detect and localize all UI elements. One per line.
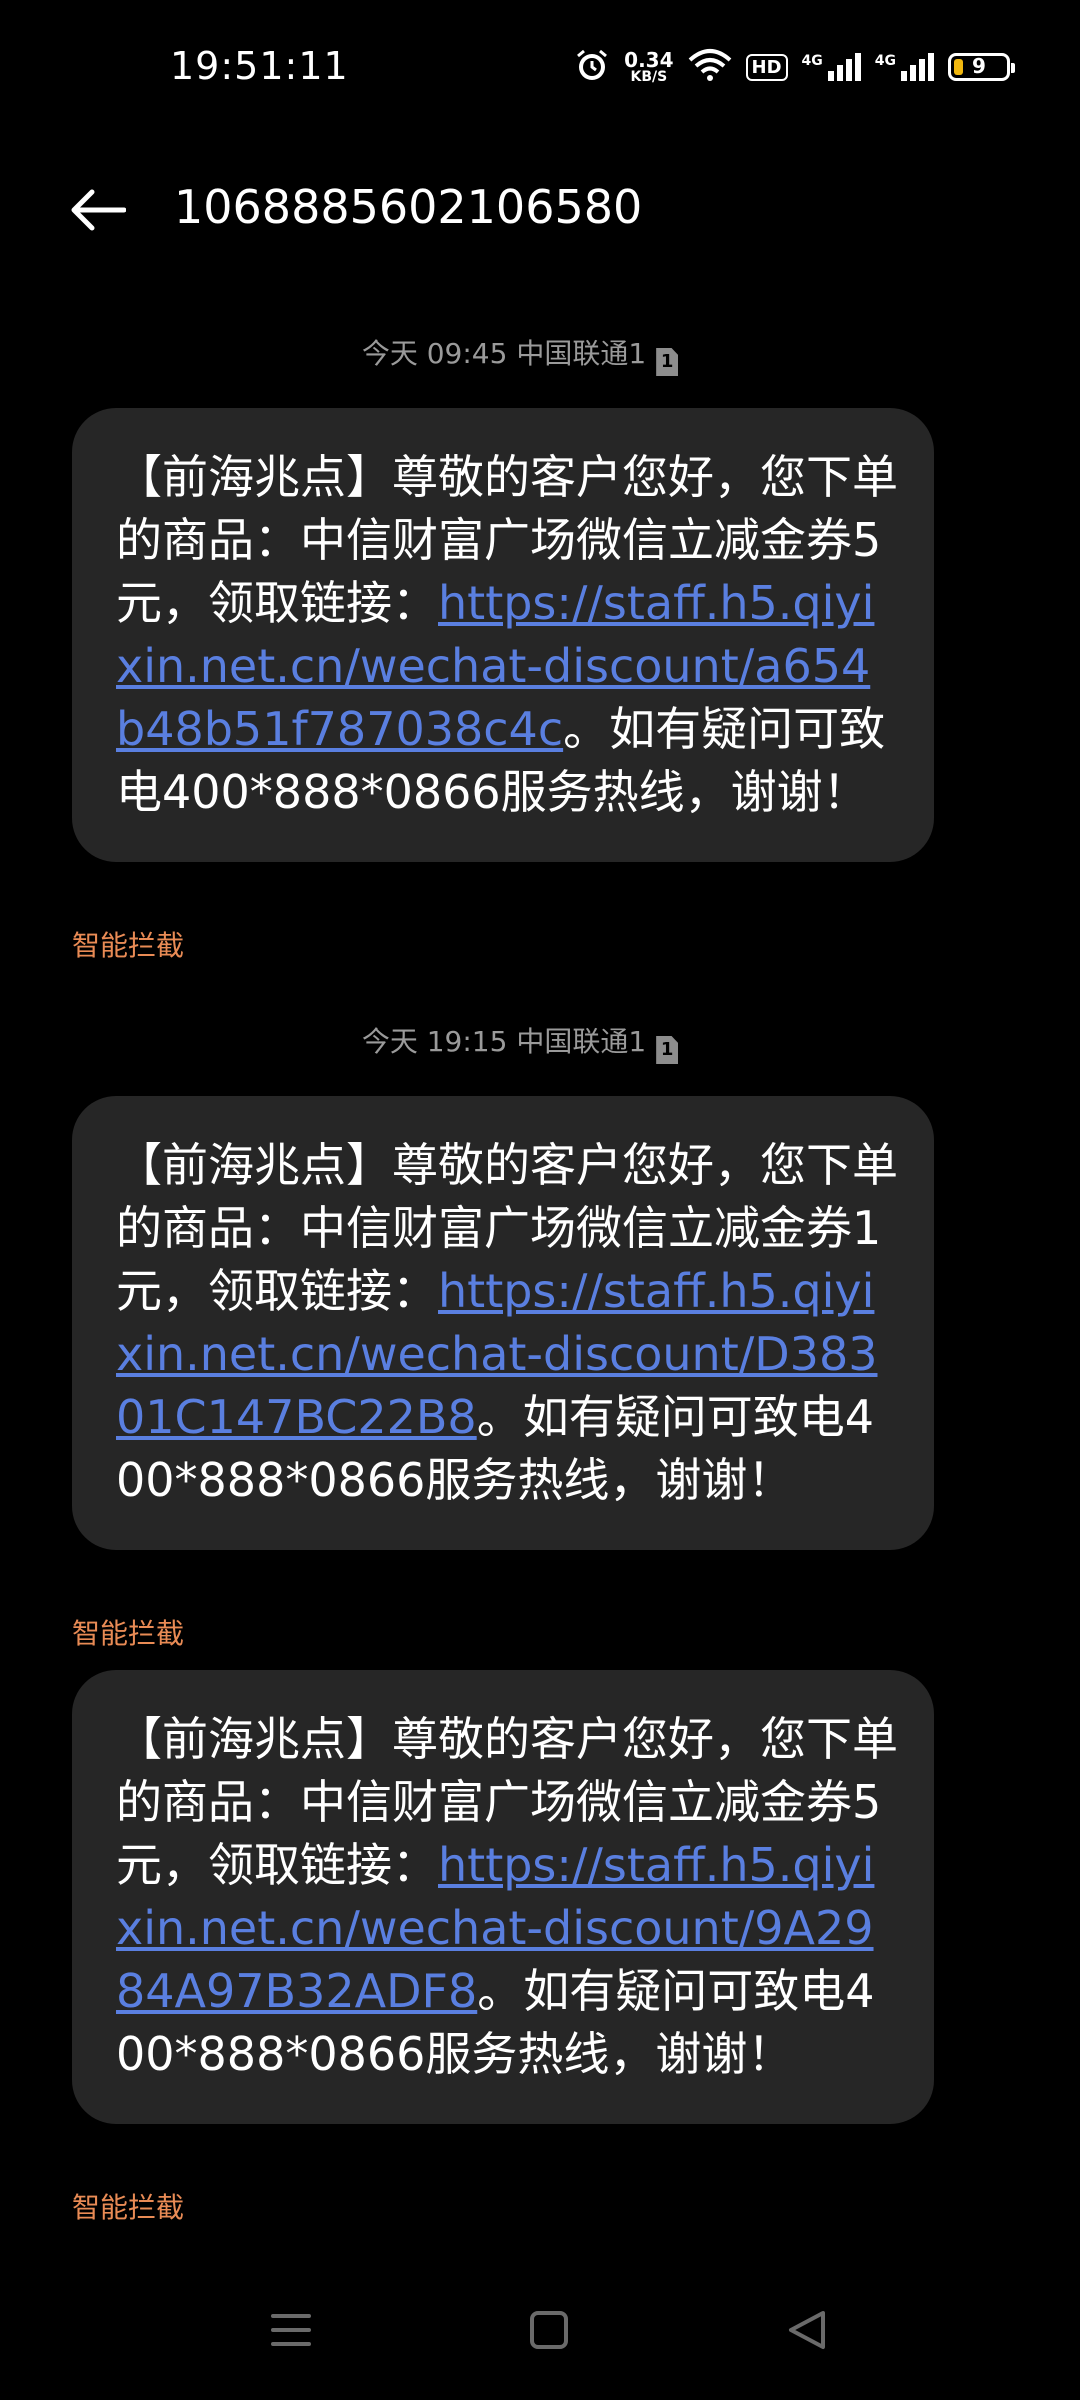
status-icons: 0.34 KB/S HD 4G 4G 9 xyxy=(574,44,1015,90)
conversation-header: 1068885602106580 xyxy=(0,150,1080,270)
network-speed: 0.34 KB/S xyxy=(624,50,673,84)
menu-icon xyxy=(271,2314,311,2346)
network-type-2: 4G xyxy=(874,53,896,69)
back-button[interactable] xyxy=(60,180,136,240)
signal-icon-2: 4G xyxy=(875,53,934,81)
intercept-tag: 智能拦截 xyxy=(72,929,185,962)
hd-badge: HD xyxy=(745,53,788,81)
signal-icon: 4G xyxy=(802,53,861,81)
status-time: 19:51:11 xyxy=(170,44,349,88)
navigation-bar xyxy=(0,2260,1080,2400)
sender-number: 1068885602106580 xyxy=(174,180,643,234)
speed-value: 0.34 xyxy=(624,48,674,72)
alarm-icon xyxy=(574,47,610,87)
nav-back-button[interactable] xyxy=(772,2295,842,2365)
battery-icon: 9 xyxy=(948,53,1015,81)
message-timestamp: 今天 09:45 中国联通1 1 xyxy=(0,332,1040,376)
message-bubble[interactable]: 【前海兆点】尊敬的客户您好，您下单的商品：中信财富广场微信立减金券5元，领取链接… xyxy=(72,408,934,862)
status-bar: 19:51:11 0.34 KB/S HD 4G 4G 9 xyxy=(0,0,1080,130)
sim-card-icon: 1 xyxy=(656,348,679,376)
home-button[interactable] xyxy=(514,2295,584,2365)
recent-apps-button[interactable] xyxy=(256,2295,326,2365)
battery-level: 9 xyxy=(972,54,986,78)
home-icon xyxy=(530,2311,568,2349)
speed-unit: KB/S xyxy=(630,69,668,85)
wifi-icon xyxy=(688,48,732,86)
back-arrow-icon xyxy=(71,189,126,231)
sim-card-icon: 1 xyxy=(656,1036,679,1064)
message-bubble[interactable]: 【前海兆点】尊敬的客户您好，您下单的商品：中信财富广场微信立减金券1元，领取链接… xyxy=(72,1096,934,1550)
intercept-tag: 智能拦截 xyxy=(72,2191,185,2224)
message-timestamp: 今天 19:15 中国联通1 1 xyxy=(0,1020,1040,1064)
network-type-1: 4G xyxy=(801,53,823,69)
intercept-tag: 智能拦截 xyxy=(72,1617,185,1650)
message-bubble[interactable]: 【前海兆点】尊敬的客户您好，您下单的商品：中信财富广场微信立减金券5元，领取链接… xyxy=(72,1670,934,2124)
back-triangle-icon xyxy=(789,2311,825,2349)
